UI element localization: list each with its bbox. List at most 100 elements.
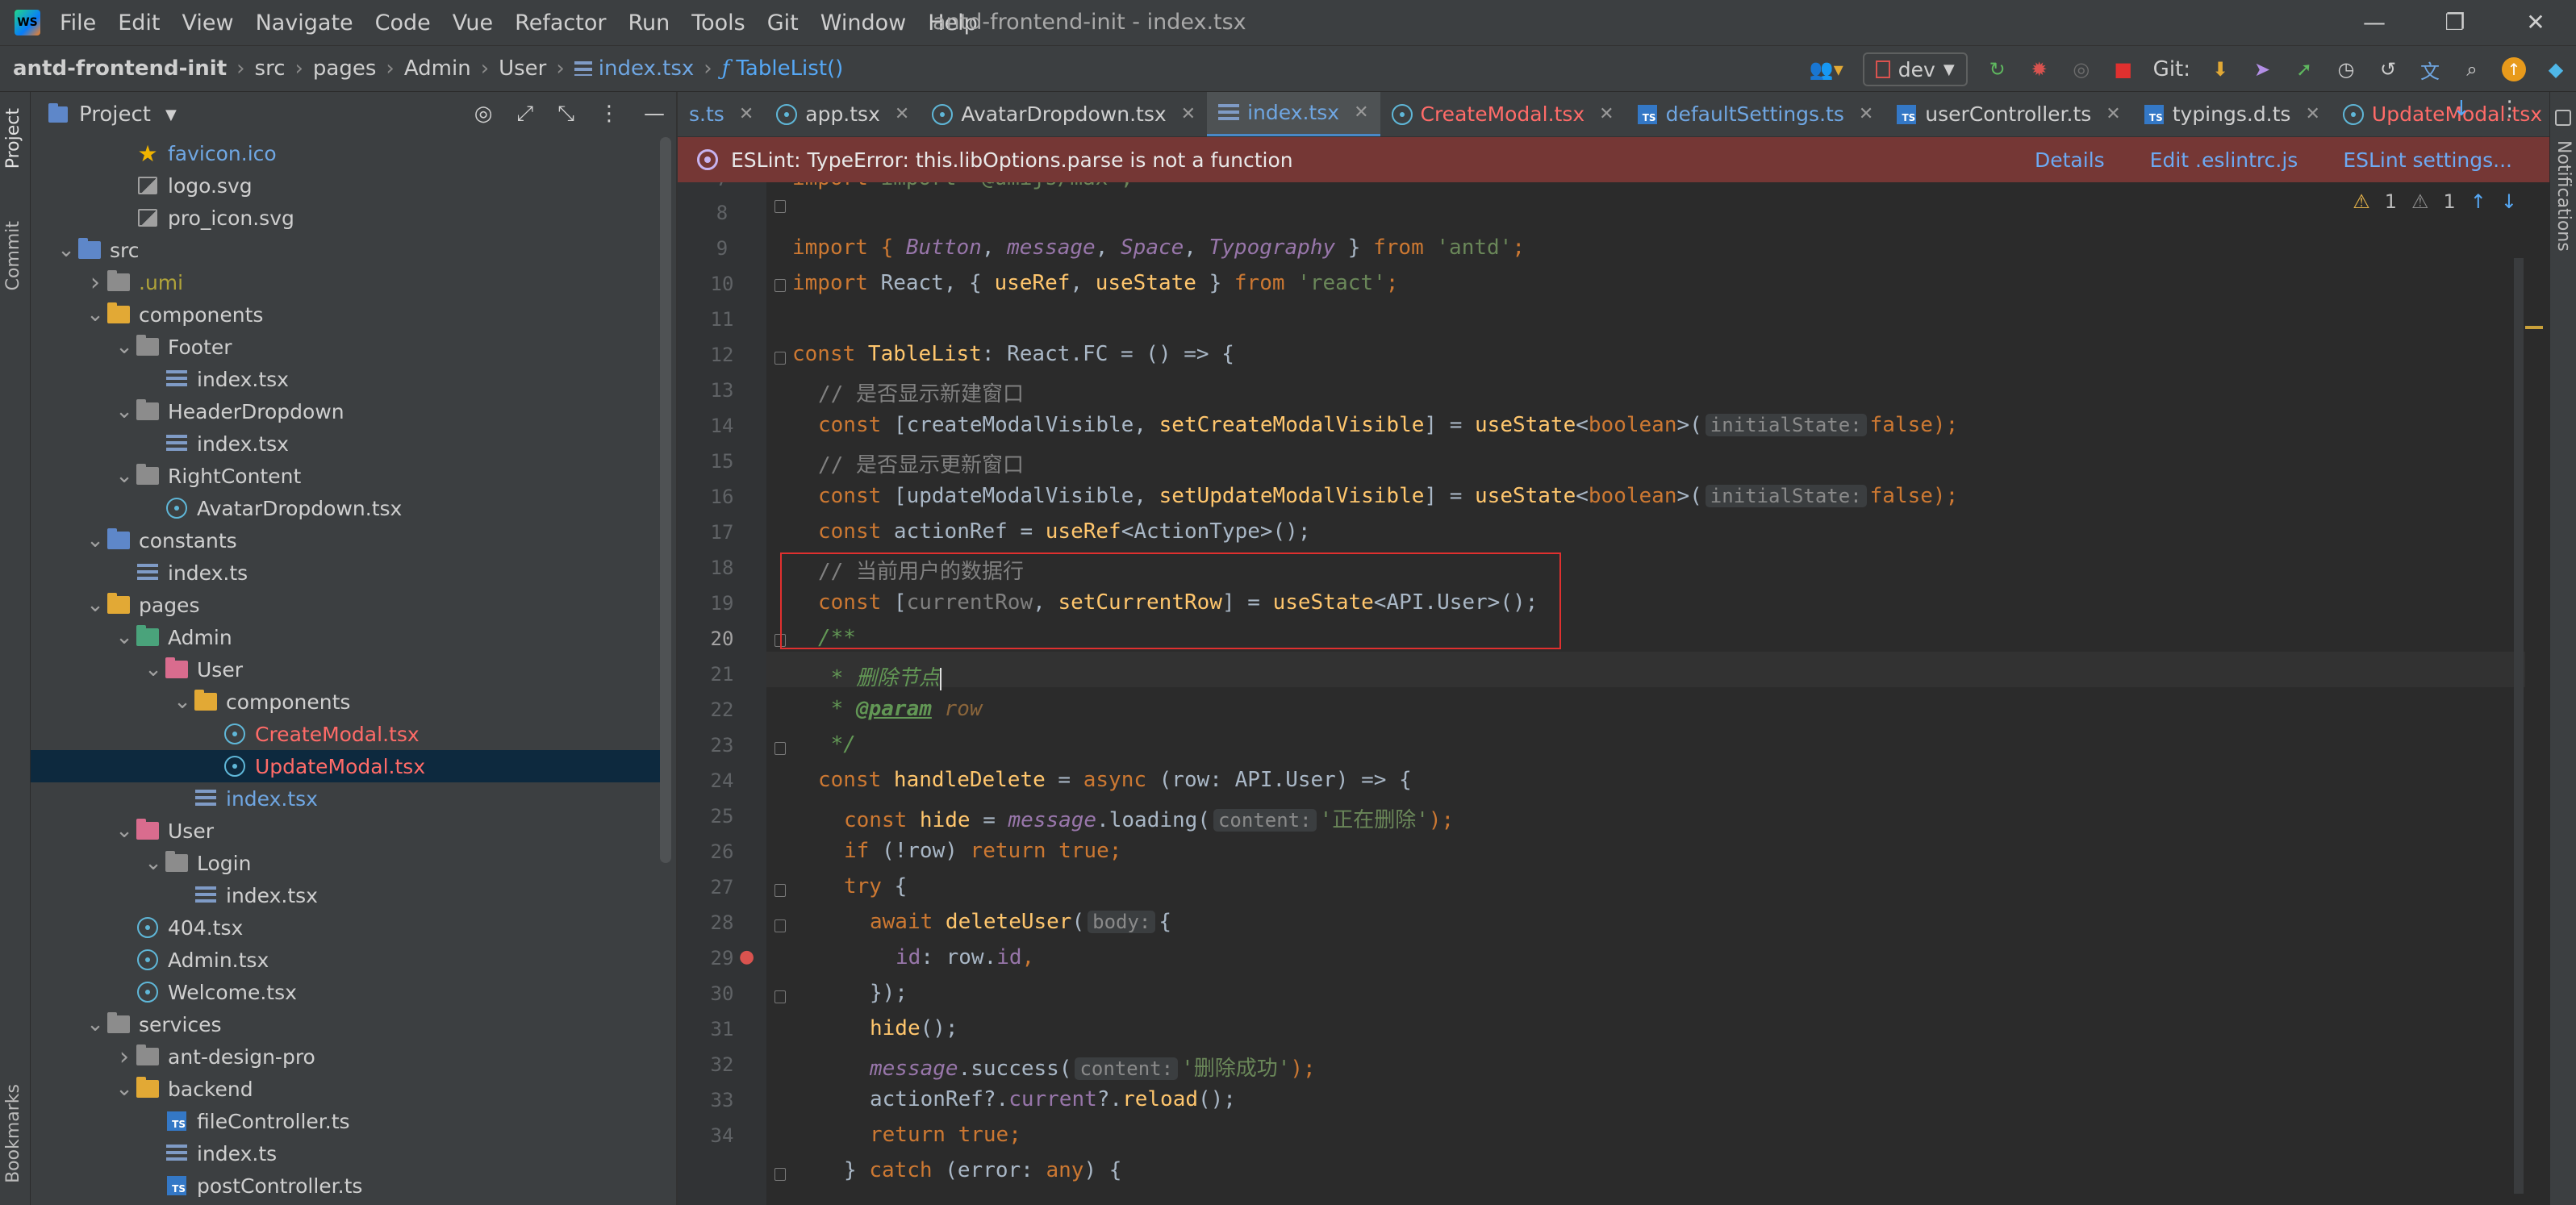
breadcrumb-function[interactable]: ƒ TableList() (722, 56, 844, 81)
edit-eslintrc-link[interactable]: Edit .eslintrc.js (2150, 148, 2298, 172)
editor-tab[interactable]: TS userController.ts ✕ (1885, 92, 2131, 136)
editor-tab[interactable]: app.tsx ✕ (765, 92, 921, 136)
menu-run[interactable]: Run (628, 10, 670, 35)
chevron-down-icon[interactable]: ⌄ (113, 1078, 136, 1099)
search-icon[interactable]: ⌕ (2460, 57, 2484, 81)
editor-tab[interactable]: index.tsx ✕ (1207, 92, 1380, 136)
tree-item[interactable]: ⌄ constants (31, 524, 660, 557)
chevron-down-icon[interactable]: ⌄ (55, 240, 77, 261)
tree-item[interactable]: index.tsx (31, 427, 660, 460)
tree-item[interactable]: CreateModal.tsx (31, 718, 660, 750)
run-config-select[interactable]: dev ▼ (1862, 52, 1968, 86)
editor-tab[interactable]: AvatarDropdown.tsx ✕ (921, 92, 1207, 136)
update-available-icon[interactable]: ↑ (2502, 57, 2526, 81)
menu-navigate[interactable]: Navigate (256, 10, 353, 35)
chevron-down-icon[interactable]: ⌄ (113, 627, 136, 648)
bookmarks-tool-tab[interactable]: Bookmarks (3, 1084, 23, 1183)
tree-item[interactable]: ⌄ src (31, 234, 660, 266)
tree-item[interactable]: ⌄ components (31, 686, 660, 718)
fold-marker-icon[interactable] (774, 200, 786, 213)
tree-item[interactable]: index.ts (31, 557, 660, 589)
commit-tool-tab[interactable]: Commit (3, 221, 23, 290)
editor-scrollbar[interactable] (2514, 258, 2524, 1194)
close-tab-icon[interactable]: ✕ (1599, 104, 1614, 124)
jetbrains-ai-icon[interactable]: ◆ (2544, 57, 2568, 81)
fold-marker-icon[interactable] (774, 884, 786, 897)
menu-vue[interactable]: Vue (453, 10, 493, 35)
users-icon[interactable]: 👥▾ (1808, 57, 1845, 81)
menu-code[interactable]: Code (375, 10, 431, 35)
tree-item[interactable]: index.tsx (31, 363, 660, 395)
menu-edit[interactable]: Edit (118, 10, 160, 35)
menu-tools[interactable]: Tools (691, 10, 745, 35)
chevron-down-icon[interactable]: ⌄ (113, 336, 136, 357)
tree-item[interactable]: UpdateModal.tsx (31, 750, 660, 782)
tree-item[interactable]: TS postController.ts (31, 1170, 660, 1202)
expand-all-icon[interactable]: ⤢ (516, 102, 533, 127)
tree-item[interactable]: Admin.tsx (31, 944, 660, 976)
details-link[interactable]: Details (2035, 148, 2105, 172)
more-tabs-icon[interactable]: ⋮ (2499, 97, 2520, 121)
next-problem-icon[interactable]: ↓ (2501, 190, 2517, 213)
more-options-icon[interactable]: ⋮ (599, 102, 620, 127)
collapse-all-icon[interactable]: ⤡ (557, 102, 574, 127)
project-scrollbar[interactable] (660, 137, 671, 863)
editor-tab[interactable]: TS typings.d.ts ✕ (2132, 92, 2332, 136)
tree-item[interactable]: ⌄ services (31, 1008, 660, 1040)
chevron-down-icon[interactable]: ⌄ (113, 820, 136, 841)
project-panel-title[interactable]: Project (79, 102, 151, 127)
fold-marker-icon[interactable] (774, 352, 786, 365)
close-tab-icon[interactable]: ✕ (1181, 104, 1196, 124)
hide-panel-icon[interactable]: — (644, 102, 665, 127)
breadcrumb-src[interactable]: src (255, 56, 286, 81)
inspection-widget[interactable]: ⚠ 1 ⚠ 1 ↑ ↓ (2353, 190, 2517, 213)
close-tab-icon[interactable]: ✕ (895, 104, 909, 124)
close-tab-icon[interactable]: ✕ (1859, 104, 1873, 124)
editor-tab[interactable]: CreateModal.tsx ✕ (1380, 92, 1626, 136)
line-number-gutter[interactable]: 7 8 9 10 11 12 13 14 15 16 17 18 19 20 21 22 23 24 25 26 27 2… (678, 182, 766, 1205)
tree-item[interactable]: ⌄ pages (31, 589, 660, 621)
chevron-right-icon[interactable]: › (113, 1043, 136, 1071)
menu-window[interactable]: Window (820, 10, 906, 35)
chevron-down-icon[interactable]: ⌄ (84, 594, 106, 615)
error-stripe-marker[interactable] (2525, 326, 2543, 329)
rerun-icon[interactable]: ↻ (1985, 57, 2010, 81)
tree-item[interactable]: 404.tsx (31, 911, 660, 944)
git-commit-icon[interactable]: ➤ (2250, 57, 2274, 81)
close-tab-icon[interactable]: ✕ (2305, 104, 2319, 124)
translate-icon[interactable]: 文 (2418, 57, 2442, 83)
close-tab-icon[interactable]: ✕ (1354, 102, 1368, 123)
chevron-down-icon[interactable]: ⌄ (113, 465, 136, 486)
code-editor[interactable]: 7891011121314151617181920212223242526272… (678, 182, 2549, 1205)
fold-marker-icon[interactable] (774, 990, 786, 1003)
menu-git[interactable]: Git (767, 10, 799, 35)
git-update-icon[interactable]: ⬇ (2208, 57, 2232, 81)
chevron-down-icon[interactable]: ⌄ (171, 691, 194, 712)
stop-icon[interactable]: ■ (2111, 57, 2136, 81)
previous-problem-icon[interactable]: ↑ (2470, 190, 2486, 213)
tree-item[interactable]: ⌄ components (31, 298, 660, 331)
tree-item[interactable]: index.tsx (31, 782, 660, 815)
breadcrumb-admin[interactable]: Admin (404, 56, 471, 81)
fold-marker-icon[interactable] (774, 1168, 786, 1181)
breadcrumb-project[interactable]: antd-frontend-init (13, 56, 227, 81)
chevron-down-icon[interactable]: ⌄ (142, 659, 165, 680)
tree-item[interactable]: ⌄ User (31, 815, 660, 847)
tree-item[interactable]: ⌄ backend (31, 1073, 660, 1105)
chevron-right-icon[interactable]: › (84, 269, 106, 297)
tree-item[interactable]: logo.svg (31, 169, 660, 202)
chevron-down-icon[interactable]: ⌄ (84, 1014, 106, 1035)
debug-icon[interactable]: ✹ (2027, 57, 2052, 81)
chevron-down-icon[interactable]: ⌄ (84, 530, 106, 551)
fold-marker-icon[interactable] (774, 742, 786, 755)
arrow-down-icon[interactable]: ↓ (2453, 97, 2470, 121)
close-window-button[interactable]: ✕ (2495, 0, 2576, 45)
tree-item[interactable]: ⌄ Admin (31, 621, 660, 653)
breadcrumb-file[interactable]: index.tsx (574, 56, 694, 81)
tree-item[interactable]: AvatarDropdown.tsx (31, 492, 660, 524)
bell-icon[interactable] (2555, 110, 2571, 126)
tree-item[interactable]: pro_icon.svg (31, 202, 660, 234)
close-tab-icon[interactable]: ✕ (739, 104, 754, 124)
chevron-down-icon[interactable]: ⌄ (142, 853, 165, 874)
tree-item[interactable]: index.tsx (31, 879, 660, 911)
